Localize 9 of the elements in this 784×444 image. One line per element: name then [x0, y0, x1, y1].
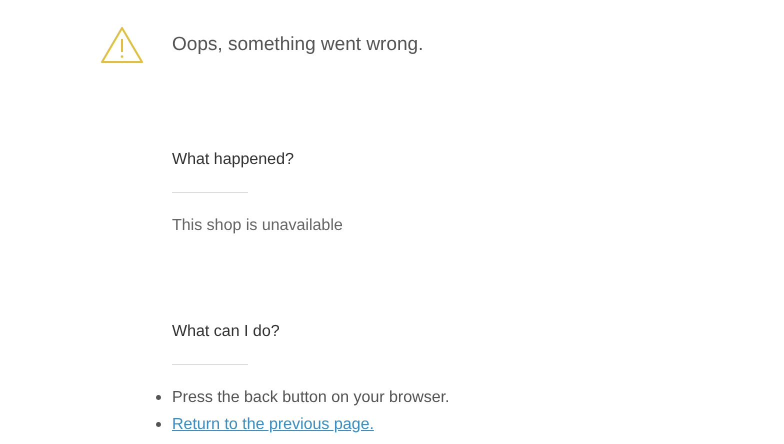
bullet-icon	[156, 395, 161, 400]
error-title: Oops, something went wrong.	[172, 33, 424, 57]
section-heading: What can I do?	[172, 322, 280, 342]
list-item-text: Press the back button on your browser.	[172, 388, 450, 408]
section-heading: What happened?	[172, 150, 294, 170]
previous-page-link[interactable]: Return to the previous page.	[172, 411, 374, 438]
warning-icon	[100, 26, 144, 64]
section-text: This shop is unavailable	[172, 216, 343, 236]
bullet-icon	[156, 422, 161, 427]
